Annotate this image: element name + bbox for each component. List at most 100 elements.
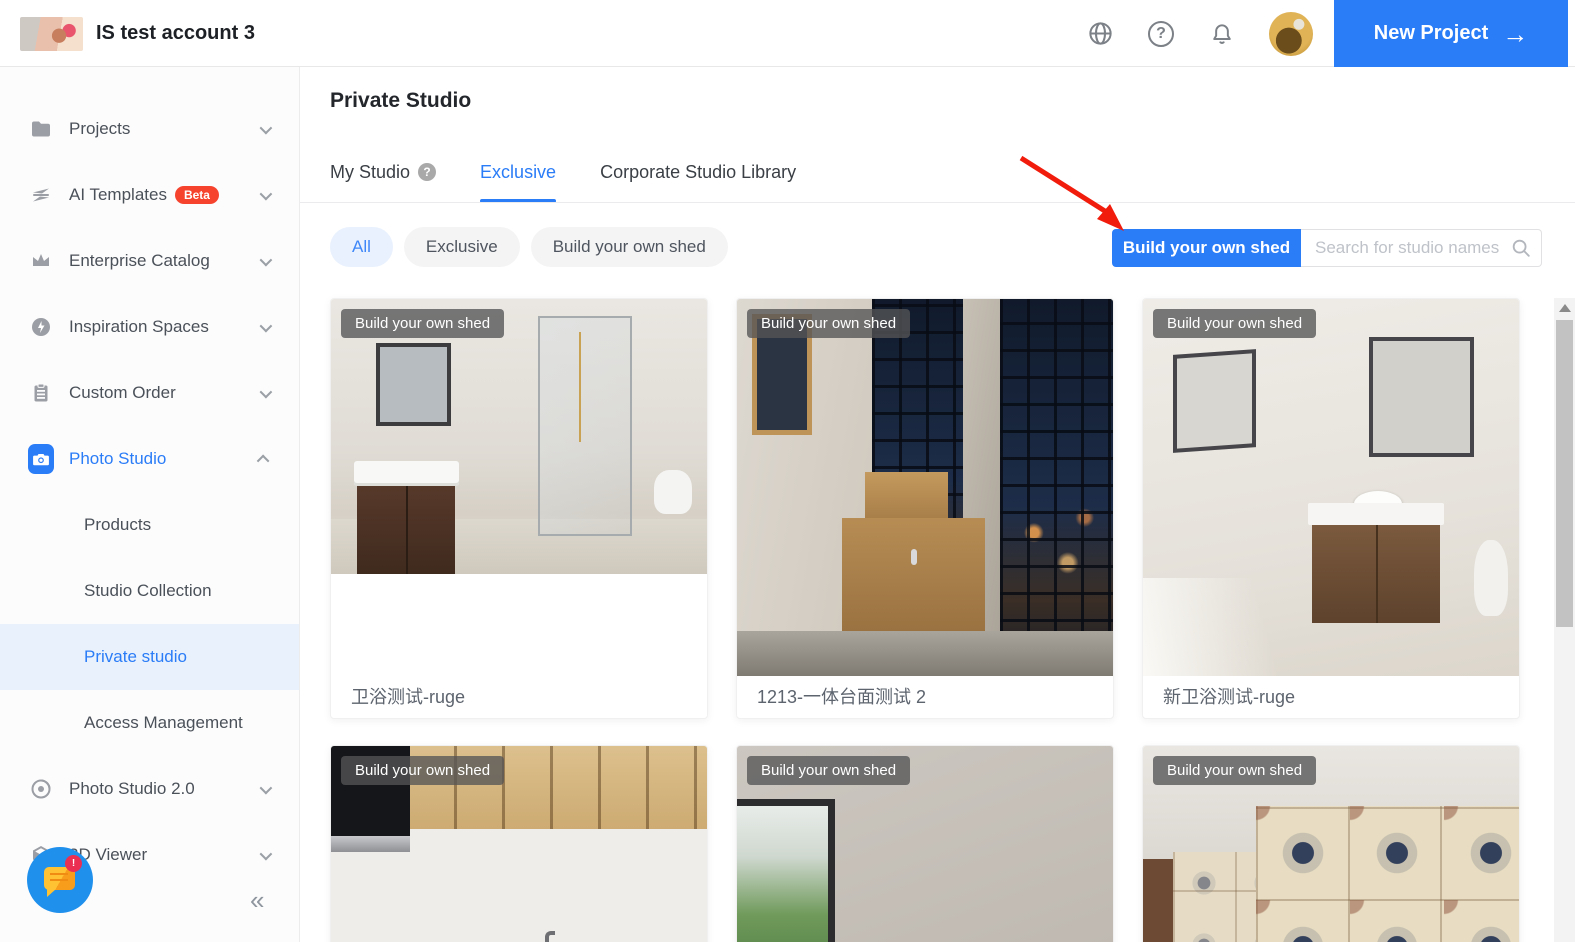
scene-shape	[1312, 525, 1440, 623]
inspiration-icon	[28, 314, 54, 340]
bell-icon[interactable]	[1208, 20, 1236, 48]
globe-icon[interactable]	[1086, 20, 1114, 48]
chevron-up-icon	[257, 454, 270, 467]
scene-shape	[331, 836, 410, 851]
chevron-down-icon	[260, 121, 273, 134]
filter-exclusive[interactable]: Exclusive	[404, 227, 520, 267]
sidebar-item-label: Photo Studio	[69, 449, 166, 469]
scene-shape	[357, 486, 455, 574]
page-title: Private Studio	[330, 89, 471, 113]
filter-build-your-own-shed[interactable]: Build your own shed	[531, 227, 728, 267]
toolbar-right: Build your own shed	[1112, 229, 1542, 267]
sidebar-item-label: Studio Collection	[84, 581, 212, 601]
chevron-down-icon	[260, 319, 273, 332]
scene-shape	[354, 461, 459, 486]
tab-exclusive[interactable]: Exclusive	[480, 155, 556, 203]
sidebar-item-enterprise-catalog[interactable]: Enterprise Catalog	[0, 228, 299, 294]
scroll-up-arrow[interactable]	[1559, 304, 1571, 312]
studio-card[interactable]: Build your own shed	[1142, 745, 1520, 942]
sidebar-menu: Projects AI Templates Beta Enterprise Ca…	[0, 67, 299, 888]
filter-all[interactable]: All	[330, 227, 393, 267]
scene-shape	[737, 799, 835, 942]
studio-card[interactable]: Build your own shed 1213-一体台面测试 2	[736, 298, 1114, 719]
studio-card[interactable]: Build your own shed 新卫浴测试-ruge	[1142, 298, 1520, 719]
brand: IS test account 3	[20, 0, 255, 67]
bathroom-render	[331, 299, 707, 574]
tab-my-studio[interactable]: My Studio ?	[330, 155, 436, 203]
sidebar-item-label: AI Templates	[69, 185, 167, 205]
card-thumbnail: Build your own shed	[331, 746, 707, 942]
sidebar: Projects AI Templates Beta Enterprise Ca…	[0, 67, 300, 942]
sidebar-item-studio-collection[interactable]: Studio Collection	[0, 558, 299, 624]
question-mark-icon[interactable]: ?	[418, 163, 436, 181]
tab-label: My Studio	[330, 162, 410, 183]
chevron-down-icon	[260, 847, 273, 860]
tab-label: Corporate Studio Library	[600, 162, 796, 183]
sidebar-item-private-studio[interactable]: Private studio	[0, 624, 299, 690]
new-project-label: New Project	[1374, 22, 1488, 45]
card-type-badge: Build your own shed	[1153, 309, 1316, 338]
card-type-badge: Build your own shed	[747, 756, 910, 785]
help-glyph: ?	[1156, 25, 1166, 43]
search-icon[interactable]	[1510, 237, 1532, 259]
chat-notification-badge: !	[65, 855, 82, 872]
studio-card[interactable]: Build your own shed 卫浴测试-ruge	[330, 298, 708, 719]
card-type-badge: Build your own shed	[1153, 756, 1316, 785]
tab-label: Exclusive	[480, 162, 556, 183]
scene-shape	[376, 343, 451, 426]
scene-shape	[1474, 540, 1508, 615]
card-thumbnail: Build your own shed	[1143, 746, 1519, 942]
sidebar-item-label: Photo Studio 2.0	[69, 779, 195, 799]
sidebar-item-projects[interactable]: Projects	[0, 96, 299, 162]
scene-shape	[654, 470, 692, 514]
beta-badge: Beta	[175, 186, 219, 204]
sidebar-item-label: Inspiration Spaces	[69, 317, 209, 337]
sidebar-item-label: Products	[84, 515, 151, 535]
sidebar-item-access-management[interactable]: Access Management	[0, 690, 299, 756]
folder-icon	[28, 116, 54, 142]
scene-shape	[1000, 299, 1113, 676]
build-your-own-shed-button[interactable]: Build your own shed	[1112, 229, 1301, 267]
studio-card[interactable]: Build your own shed	[330, 745, 708, 942]
sidebar-item-label: Custom Order	[69, 383, 176, 403]
sidebar-item-label: Projects	[69, 119, 130, 139]
scene-shape	[1256, 806, 1519, 942]
vertical-scrollbar[interactable]	[1554, 298, 1575, 942]
scene-shape	[1143, 578, 1312, 676]
crown-icon	[28, 248, 54, 274]
scrollbar-thumb[interactable]	[1556, 320, 1573, 627]
chat-support-button[interactable]: !	[27, 847, 93, 913]
account-name: IS test account 3	[96, 22, 255, 45]
arrow-right-icon: →	[1502, 21, 1528, 47]
workspace-logo[interactable]	[20, 17, 83, 51]
card-type-badge: Build your own shed	[341, 309, 504, 338]
scene-shape	[538, 316, 632, 536]
card-title: 1213-一体台面测试 2	[737, 676, 1113, 719]
sidebar-item-custom-order[interactable]: Custom Order	[0, 360, 299, 426]
header-actions: ?	[1086, 0, 1313, 67]
chevron-down-icon	[260, 187, 273, 200]
help-icon[interactable]: ?	[1147, 20, 1175, 48]
studio-card[interactable]: Build your own shed	[736, 745, 1114, 942]
studio-search	[1301, 229, 1542, 267]
tab-corporate-studio-library[interactable]: Corporate Studio Library	[600, 155, 796, 203]
card-type-badge: Build your own shed	[747, 309, 910, 338]
top-header: IS test account 3 ? New Project →	[0, 0, 1575, 67]
bathroom-render	[1143, 299, 1519, 676]
sidebar-item-ai-templates[interactable]: AI Templates Beta	[0, 162, 299, 228]
scene-shape	[1173, 349, 1256, 453]
sidebar-item-label: Access Management	[84, 713, 243, 733]
sidebar-item-products[interactable]: Products	[0, 492, 299, 558]
chevron-down-icon	[260, 385, 273, 398]
main-content: Private Studio My Studio ? Exclusive Cor…	[300, 67, 1575, 942]
sidebar-item-photo-studio[interactable]: Photo Studio	[0, 426, 299, 492]
sidebar-item-inspiration-spaces[interactable]: Inspiration Spaces	[0, 294, 299, 360]
sidebar-item-photo-studio-2[interactable]: Photo Studio 2.0	[0, 756, 299, 822]
camera-icon	[28, 446, 54, 472]
sidebar-collapse-button[interactable]: «	[250, 885, 264, 916]
search-input[interactable]	[1301, 229, 1542, 267]
new-project-button[interactable]: New Project →	[1334, 0, 1568, 67]
user-avatar[interactable]	[1269, 12, 1313, 56]
card-thumbnail: Build your own shed	[737, 299, 1113, 676]
card-title: 新卫浴测试-ruge	[1143, 676, 1519, 719]
